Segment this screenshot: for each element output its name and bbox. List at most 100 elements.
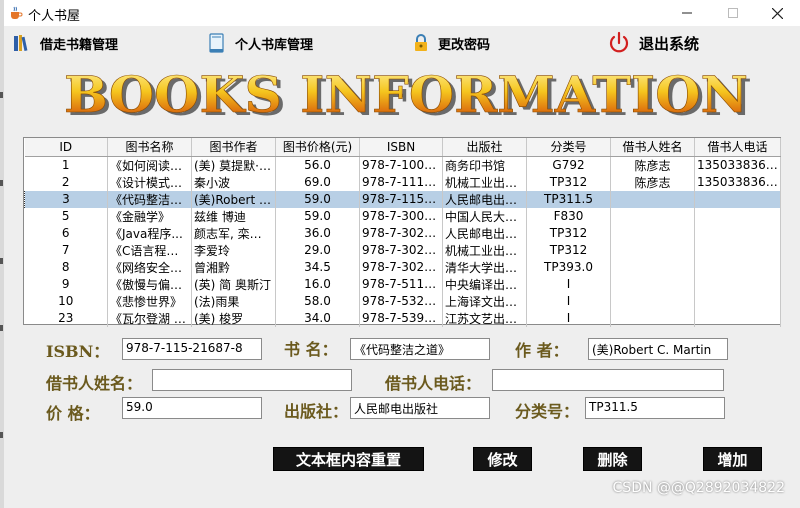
svg-text:BOOKS INFORMATION: BOOKS INFORMATION	[64, 66, 748, 124]
book-icon	[209, 33, 224, 53]
column-header-price[interactable]: 图书价格(元)	[275, 138, 360, 157]
table-cell: 《金融学》	[107, 207, 192, 225]
table-row[interactable]: 5 《金融学》 兹维 博迪 59.0 978-7-300-1... 中国人民大学... F8…	[24, 207, 781, 225]
table-cell: 人民邮电出版...	[442, 224, 527, 242]
column-header-title[interactable]: 图书名称	[107, 138, 192, 157]
table-cell: 59.0	[275, 190, 360, 208]
table-cell: G792	[526, 156, 611, 174]
modify-button[interactable]: 修改	[473, 447, 532, 471]
table-cell	[694, 207, 781, 225]
books-table[interactable]: ID 图书名称 图书作者 图书价格(元) ISBN 出版社 分类号 借书人姓名 …	[23, 137, 781, 327]
table-cell: 978-7-300-1...	[359, 207, 443, 225]
table-cell: 陈彦志	[610, 173, 695, 191]
table-row[interactable]: 2 《设计模式之... 秦小波 69.0 978-7-111-2... 机械工业出版...…	[24, 173, 781, 191]
table-row[interactable]: 7 《C语言程序... 李爱玲 29.0 978-7-302-2... 机械工业出版...…	[24, 241, 781, 259]
table-cell: 《瓦尔登湖 : ...	[107, 309, 192, 327]
menu-borrowed-books[interactable]: 借走书籍管理	[12, 27, 118, 59]
table-cell: 中国人民大学...	[442, 207, 527, 225]
table-cell: 兹维 博迪	[191, 207, 276, 225]
table-cell: TP312	[526, 224, 611, 242]
column-header-borrower-name[interactable]: 借书人姓名	[610, 138, 695, 157]
column-header-author[interactable]: 图书作者	[191, 138, 276, 157]
publisher-field[interactable]: 人民邮电出版社	[350, 397, 490, 419]
table-cell: 2	[24, 173, 108, 191]
title-label: 书 名：	[284, 340, 338, 359]
table-row[interactable]: 9 《傲慢与偏见... (英) 简 奥斯汀 16.0 978-7-5117-... 中央编…	[24, 275, 781, 293]
table-cell: 58.0	[275, 292, 360, 310]
table-row[interactable]: 1 《如何阅读一... (美) 莫提默·J.... 56.0 978-7-100-1..…	[24, 156, 781, 174]
column-header-category[interactable]: 分类号	[526, 138, 611, 157]
table-cell: 6	[24, 224, 108, 242]
column-header-publisher[interactable]: 出版社	[442, 138, 527, 157]
table-cell: 《代码整洁之...	[107, 190, 192, 208]
lock-icon	[415, 34, 427, 51]
menu-change-password[interactable]: 更改密码	[412, 27, 490, 59]
table-cell: 1	[24, 156, 108, 174]
author-field[interactable]: (美)Robert C. Martin	[588, 338, 728, 360]
reset-button[interactable]: 文本框内容重置	[273, 447, 424, 471]
table-cell: 江苏文艺出版...	[442, 309, 527, 327]
table-cell: TP311.5	[526, 190, 611, 208]
table-cell: 《网络安全技...	[107, 258, 192, 276]
delete-button[interactable]: 删除	[583, 447, 642, 471]
app-window: 个人书屋 借走书籍管理 个人书库管理 更改密码 退出系统 BOOKS INFOR…	[4, 0, 800, 508]
title-field[interactable]: 《代码整洁之道》	[350, 338, 490, 360]
isbn-label: ISBN：	[46, 342, 110, 361]
table-cell	[694, 275, 781, 293]
table-cell: I	[526, 309, 611, 327]
category-label: 分类号：	[515, 402, 580, 421]
close-button[interactable]	[754, 0, 800, 26]
table-cell: 978-7-302-2...	[359, 241, 443, 259]
table-cell	[694, 309, 781, 327]
table-cell: 商务印书馆	[442, 156, 527, 174]
table-cell: 机械工业出版...	[442, 241, 527, 259]
column-header-borrower-phone[interactable]: 借书人电话	[694, 138, 781, 157]
table-row[interactable]: 23 《瓦尔登湖 : ... (美) 梭罗 34.0 978-7-5399-... 江苏文…	[24, 309, 781, 327]
isbn-field[interactable]: 978-7-115-21687-8	[122, 338, 262, 360]
table-cell: 978-7-302-2...	[359, 224, 443, 242]
maximize-button[interactable]	[710, 0, 756, 26]
table-cell: 978-7-5399-...	[359, 309, 443, 327]
minimize-button[interactable]	[664, 0, 710, 26]
table-cell: 《Java程序...	[107, 224, 192, 242]
table-cell: 李爱玲	[191, 241, 276, 259]
menu-library[interactable]: 个人书库管理	[207, 27, 313, 59]
power-icon	[609, 31, 629, 53]
table-cell: 清华大学出版...	[442, 258, 527, 276]
category-field[interactable]: TP311.5	[585, 397, 725, 419]
table-row[interactable]: 3 《代码整洁之... (美)Robert C.... 59.0 978-7-115-2…	[24, 190, 781, 208]
column-header-isbn[interactable]: ISBN	[359, 138, 443, 157]
table-cell: 3	[24, 190, 108, 208]
price-field[interactable]: 59.0	[122, 397, 262, 419]
table-cell	[610, 275, 695, 293]
table-cell: 中央编译出版...	[442, 275, 527, 293]
add-button[interactable]: 增加	[703, 447, 762, 471]
table-row[interactable]: 6 《Java程序... 颜志军, 栾媛媛 36.0 978-7-302-2... 人民邮…	[24, 224, 781, 242]
table-cell	[694, 224, 781, 242]
table-cell: 23	[24, 309, 108, 327]
table-cell	[610, 292, 695, 310]
borrower-phone-label: 借书人电话：	[385, 374, 482, 393]
table-cell: 《如何阅读一...	[107, 156, 192, 174]
close-icon	[771, 7, 783, 19]
menu-change-password-label: 更改密码	[438, 37, 491, 53]
table-cell	[694, 190, 781, 208]
table-cell: (美) 莫提默·J....	[191, 156, 276, 174]
table-cell: TP312	[526, 173, 611, 191]
table-row[interactable]: 8 《网络安全技... 曾湘黔 34.5 978-7-302-2... 清华大学出版...…	[24, 258, 781, 276]
table-cell: 13503383632	[694, 156, 781, 174]
table-cell	[610, 207, 695, 225]
table-row[interactable]: 10 《悲惨世界》 (法)雨果 58.0 978-7-5327-... 上海译文出版...…	[24, 292, 781, 310]
table-cell: (美)Robert C....	[191, 190, 276, 208]
table-cell: 36.0	[275, 224, 360, 242]
menu-exit[interactable]: 退出系统	[607, 27, 699, 59]
table-cell	[694, 292, 781, 310]
column-header-id[interactable]: ID	[24, 138, 108, 157]
borrower-phone-field[interactable]	[492, 369, 724, 391]
table-cell: 《悲惨世界》	[107, 292, 192, 310]
borrower-name-field[interactable]	[152, 369, 352, 391]
table-cell	[694, 241, 781, 259]
books-icon	[14, 35, 28, 52]
table-cell: F830	[526, 207, 611, 225]
table-cell: 10	[24, 292, 108, 310]
